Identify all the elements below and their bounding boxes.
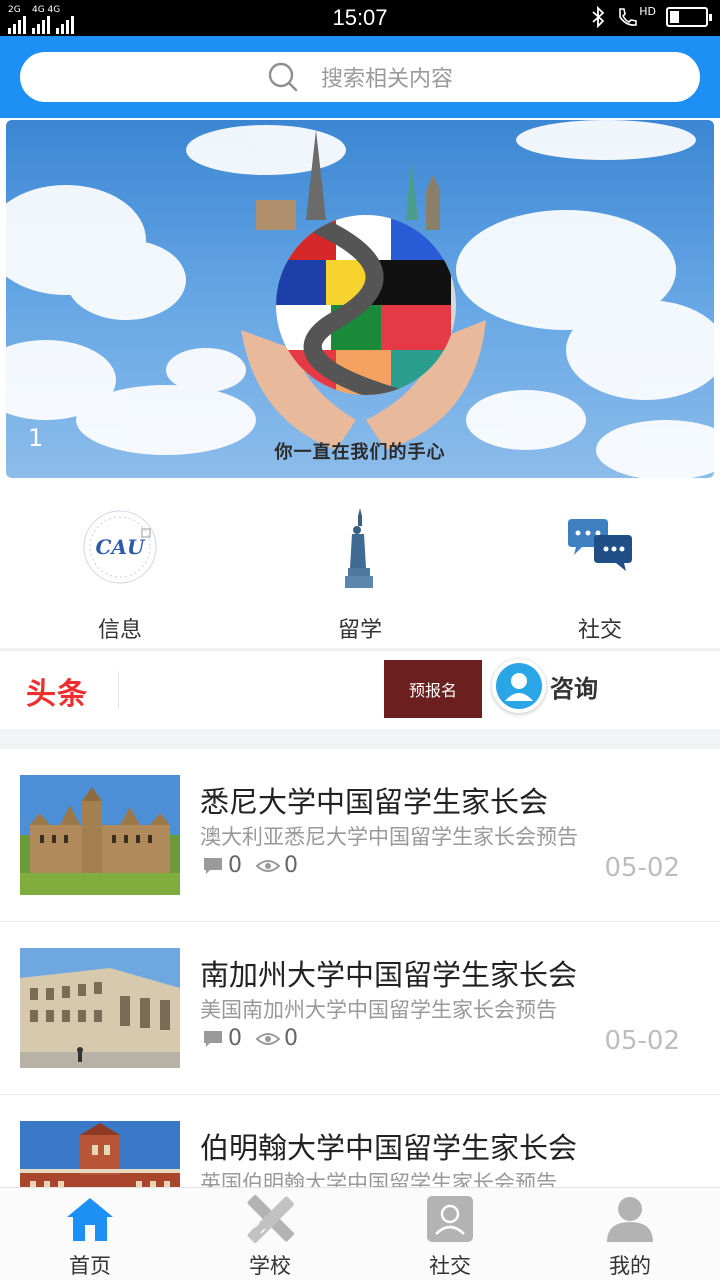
hd-call-indicator: HD bbox=[616, 6, 656, 28]
status-bar: 2G 4G 4G 15:07 HD bbox=[0, 0, 720, 36]
comment-count: 0 bbox=[228, 1026, 242, 1051]
nav-mine[interactable]: 我的 bbox=[540, 1188, 720, 1280]
nav-home[interactable]: 首页 bbox=[0, 1188, 180, 1280]
news-title: 南加州大学中国留学生家长会 bbox=[200, 958, 578, 992]
comment-count: 0 bbox=[228, 853, 242, 878]
svg-text:CAU: CAU bbox=[96, 535, 146, 559]
cai-logo-icon: CAU bbox=[77, 504, 163, 590]
eye-icon bbox=[256, 1032, 280, 1045]
comment-icon bbox=[204, 857, 222, 874]
category-social[interactable]: 社交 bbox=[480, 490, 720, 648]
category-label: 信息 bbox=[97, 618, 142, 643]
nav-label: 首页 bbox=[69, 1254, 111, 1278]
user-icon bbox=[603, 1194, 657, 1244]
news-thumbnail bbox=[20, 948, 180, 1068]
banner-carousel[interactable]: 1 你一直在我们的手心 bbox=[6, 120, 714, 478]
category-label: 社交 bbox=[577, 618, 622, 643]
news-stats: 0 0 bbox=[202, 853, 308, 878]
news-item[interactable]: 悉尼大学中国留学生家长会 澳大利亚悉尼大学中国留学生家长会预告 0 0 05-0… bbox=[0, 749, 720, 922]
user-avatar-icon bbox=[496, 663, 542, 709]
headline-strip: 头条 预报名 咨询 bbox=[0, 651, 720, 729]
battery-icon bbox=[666, 7, 712, 27]
chat-bubbles-icon bbox=[557, 504, 643, 590]
contact-card-icon bbox=[423, 1194, 477, 1244]
consult-button[interactable]: 咨询 bbox=[492, 659, 598, 713]
nav-label: 社交 bbox=[429, 1254, 471, 1278]
pre-register-button[interactable]: 预报名 bbox=[384, 660, 482, 718]
search-header: 搜索相关内容 bbox=[0, 36, 720, 118]
nav-schools[interactable]: 学校 bbox=[180, 1188, 360, 1280]
view-count: 0 bbox=[284, 1026, 298, 1051]
category-label: 留学 bbox=[337, 618, 382, 643]
news-item[interactable]: 南加州大学中国留学生家长会 美国南加州大学中国留学生家长会预告 0 0 05-0… bbox=[0, 922, 720, 1095]
banner-image bbox=[6, 120, 714, 478]
phone-wifi-icon bbox=[619, 8, 638, 26]
banner-caption: 你一直在我们的手心 bbox=[274, 442, 446, 463]
nav-social[interactable]: 社交 bbox=[360, 1188, 540, 1280]
home-icon bbox=[63, 1194, 117, 1244]
news-item[interactable]: 伯明翰大学中国留学生家长会 英国伯明翰大学中国留学生家长会预告 0 0 05-0… bbox=[0, 1095, 720, 1187]
nav-label: 我的 bbox=[609, 1254, 651, 1278]
app-screen: 2G 4G 4G 15:07 HD 搜索相关内容 1 你一直在我们的手心 CAU… bbox=[0, 0, 720, 1280]
status-right: HD bbox=[590, 6, 712, 28]
bottom-nav: 首页 学校 社交 我的 bbox=[0, 1187, 720, 1280]
ruler-pencil-icon bbox=[243, 1194, 297, 1244]
search-placeholder: 搜索相关内容 bbox=[320, 67, 453, 92]
section-gap bbox=[0, 729, 720, 749]
consult-label: 咨询 bbox=[550, 674, 598, 703]
news-title: 伯明翰大学中国留学生家长会 bbox=[200, 1131, 578, 1165]
nav-label: 学校 bbox=[249, 1254, 291, 1278]
hd-label: HD bbox=[639, 5, 656, 18]
news-list: 悉尼大学中国留学生家长会 澳大利亚悉尼大学中国留学生家长会预告 0 0 05-0… bbox=[0, 749, 720, 1187]
news-thumbnail bbox=[20, 775, 180, 895]
headline-separator bbox=[118, 671, 119, 709]
category-study-abroad[interactable]: 留学 bbox=[240, 490, 480, 648]
category-info[interactable]: CAU 信息 bbox=[0, 490, 240, 648]
eye-icon bbox=[256, 859, 280, 872]
category-grid: CAU 信息 留学 社交 bbox=[0, 490, 720, 648]
view-count: 0 bbox=[284, 853, 298, 878]
bluetooth-icon bbox=[592, 6, 605, 28]
news-date: 05-02 bbox=[604, 1026, 680, 1056]
consult-avatar bbox=[492, 659, 546, 713]
news-title: 悉尼大学中国留学生家长会 bbox=[200, 785, 549, 819]
comment-icon bbox=[204, 1030, 222, 1047]
news-thumbnail bbox=[20, 1121, 180, 1187]
search-input[interactable]: 搜索相关内容 bbox=[20, 52, 700, 102]
news-subtitle: 澳大利亚悉尼大学中国留学生家长会预告 bbox=[200, 825, 578, 849]
news-stats: 0 0 bbox=[202, 1026, 308, 1051]
headline-logo: 头条 bbox=[26, 677, 88, 712]
news-date: 05-02 bbox=[604, 853, 680, 883]
statue-of-liberty-icon bbox=[317, 504, 403, 590]
search-icon bbox=[268, 62, 298, 92]
news-subtitle: 美国南加州大学中国留学生家长会预告 bbox=[200, 998, 557, 1022]
news-subtitle: 英国伯明翰大学中国留学生家长会预告 bbox=[200, 1171, 557, 1187]
battery-level bbox=[670, 11, 679, 23]
